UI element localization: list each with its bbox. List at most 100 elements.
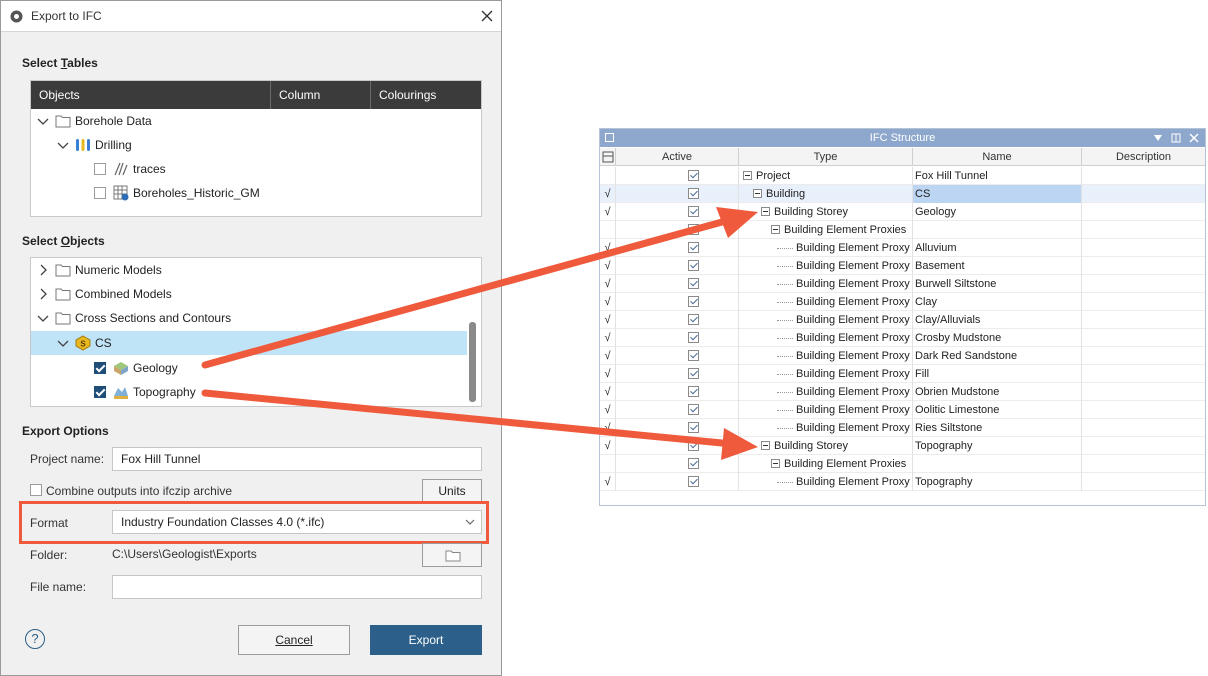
cancel-button[interactable]: Cancel (238, 625, 350, 655)
ifc-row-name-cell[interactable]: Geology (913, 203, 1082, 221)
column-header-active[interactable]: Active (616, 148, 739, 166)
active-checkbox[interactable] (688, 368, 699, 379)
ifc-row[interactable]: √ Building Element Proxy Ries Siltstone (600, 419, 1205, 437)
ifc-row-description-cell[interactable] (1082, 401, 1205, 419)
ifc-row-name-cell[interactable]: Ries Siltstone (913, 419, 1082, 437)
ifc-row-name-cell[interactable]: Topography (913, 473, 1082, 491)
ifc-row-description-cell[interactable] (1082, 167, 1205, 185)
ifc-row-description-cell[interactable] (1082, 185, 1205, 203)
ifc-row[interactable]: √ Building Element Proxy Oolitic Limestone (600, 401, 1205, 419)
column-header-column[interactable]: Column (271, 81, 371, 109)
topography-checkbox[interactable] (94, 386, 106, 398)
project-name-input[interactable]: Fox Hill Tunnel (112, 447, 482, 471)
ifc-row-description-cell[interactable] (1082, 419, 1205, 437)
combine-checkbox[interactable] (30, 484, 42, 496)
ifc-row-name-cell[interactable]: Clay/Alluvials (913, 311, 1082, 329)
tree-item-borehole-data[interactable]: Borehole Data (31, 109, 481, 133)
ifc-row-name-cell[interactable]: Clay (913, 293, 1082, 311)
ifc-row-description-cell[interactable] (1082, 275, 1205, 293)
active-checkbox[interactable] (688, 422, 699, 433)
active-checkbox[interactable] (688, 170, 699, 181)
column-header-description[interactable]: Description (1082, 148, 1205, 166)
dropdown-icon[interactable] (1153, 134, 1163, 142)
ifc-row[interactable]: √ Building Element Proxy Crosby Mudstone (600, 329, 1205, 347)
filter-icon[interactable] (600, 148, 616, 166)
ifc-row-description-cell[interactable] (1082, 383, 1205, 401)
ifc-row-description-cell[interactable] (1082, 437, 1205, 455)
chevron-down-icon[interactable] (57, 139, 69, 151)
geology-checkbox[interactable] (94, 362, 106, 374)
ifc-row-name-cell[interactable] (913, 455, 1082, 473)
ifc-row-name-cell[interactable]: Crosby Mudstone (913, 329, 1082, 347)
active-checkbox[interactable] (688, 332, 699, 343)
dock-icon[interactable] (1171, 133, 1181, 143)
help-button[interactable]: ? (25, 629, 45, 649)
active-checkbox[interactable] (688, 404, 699, 415)
ifc-row-description-cell[interactable] (1082, 239, 1205, 257)
browse-folder-button[interactable] (422, 543, 482, 567)
active-checkbox[interactable] (688, 278, 699, 289)
ifc-row[interactable]: Project Fox Hill Tunnel (600, 167, 1205, 185)
ifc-row-description-cell[interactable] (1082, 257, 1205, 275)
chevron-down-icon[interactable] (465, 518, 475, 526)
ifc-row-description-cell[interactable] (1082, 221, 1205, 239)
ifc-row[interactable]: √ Building Element Proxy Burwell Siltstone (600, 275, 1205, 293)
active-checkbox[interactable] (688, 188, 699, 199)
ifc-row-description-cell[interactable] (1082, 365, 1205, 383)
active-checkbox[interactable] (688, 260, 699, 271)
column-header-objects[interactable]: Objects (31, 81, 271, 109)
ifc-row-description-cell[interactable] (1082, 293, 1205, 311)
ifc-row-description-cell[interactable] (1082, 311, 1205, 329)
ifc-row-name-cell[interactable]: Fox Hill Tunnel (913, 167, 1082, 185)
ifc-row-name-cell[interactable] (913, 221, 1082, 239)
chevron-down-icon[interactable] (57, 337, 69, 349)
export-button[interactable]: Export (370, 625, 482, 655)
ifc-row[interactable]: √ Building Element Proxy Clay/Alluvials (600, 311, 1205, 329)
collapse-icon[interactable] (771, 225, 780, 234)
ifc-row-description-cell[interactable] (1082, 347, 1205, 365)
ifc-row-name-cell[interactable]: Oolitic Limestone (913, 401, 1082, 419)
ifc-row[interactable]: √ Building Storey Topography (600, 437, 1205, 455)
tree-item-cs[interactable]: S CS (31, 331, 467, 355)
active-checkbox[interactable] (688, 224, 699, 235)
ifc-row[interactable]: √ Building Storey Geology (600, 203, 1205, 221)
close-icon[interactable] (479, 7, 495, 25)
ifc-row-name-cell[interactable]: Topography (913, 437, 1082, 455)
ifc-row[interactable]: √ Building Element Proxy Topography (600, 473, 1205, 491)
tree-item-traces[interactable]: traces (31, 157, 481, 181)
ifc-row-description-cell[interactable] (1082, 455, 1205, 473)
ifc-row-name-cell[interactable]: CS (913, 185, 1082, 203)
tree-item-geology[interactable]: Geology (31, 356, 467, 380)
collapse-icon[interactable] (771, 459, 780, 468)
file-name-input[interactable] (112, 575, 482, 599)
units-button[interactable]: Units (422, 479, 482, 503)
ifc-row-name-cell[interactable]: Basement (913, 257, 1082, 275)
boreholes-historic-checkbox[interactable] (94, 187, 106, 199)
collapse-icon[interactable] (743, 171, 752, 180)
objects-scrollbar[interactable] (469, 322, 476, 402)
panel-menu-icon[interactable] (605, 133, 614, 142)
collapse-icon[interactable] (753, 189, 762, 198)
column-header-name[interactable]: Name (913, 148, 1082, 166)
ifc-row[interactable]: √ Building Element Proxy Clay (600, 293, 1205, 311)
traces-checkbox[interactable] (94, 163, 106, 175)
tree-item-boreholes-historic-gm[interactable]: Boreholes_Historic_GM (31, 181, 481, 205)
ifc-row[interactable]: √ Building Element Proxy Dark Red Sandston… (600, 347, 1205, 365)
ifc-row-name-cell[interactable]: Fill (913, 365, 1082, 383)
tree-item-combined-models[interactable]: Combined Models (31, 282, 467, 306)
ifc-row[interactable]: √ Building Element Proxy Alluvium (600, 239, 1205, 257)
chevron-down-icon[interactable] (37, 312, 49, 324)
tree-item-cross-sections[interactable]: Cross Sections and Contours (31, 306, 467, 330)
ifc-row-description-cell[interactable] (1082, 329, 1205, 347)
close-icon[interactable] (1189, 133, 1199, 143)
column-header-colourings[interactable]: Colourings (371, 81, 481, 109)
tree-item-numeric-models[interactable]: Numeric Models (31, 258, 467, 282)
ifc-row-name-cell[interactable]: Obrien Mudstone (913, 383, 1082, 401)
ifc-row-description-cell[interactable] (1082, 473, 1205, 491)
chevron-right-icon[interactable] (37, 264, 49, 276)
active-checkbox[interactable] (688, 242, 699, 253)
ifc-row-name-cell[interactable]: Dark Red Sandstone (913, 347, 1082, 365)
tree-item-drilling[interactable]: Drilling (31, 133, 481, 157)
collapse-icon[interactable] (761, 441, 770, 450)
ifc-row[interactable]: Building Element Proxies (600, 221, 1205, 239)
